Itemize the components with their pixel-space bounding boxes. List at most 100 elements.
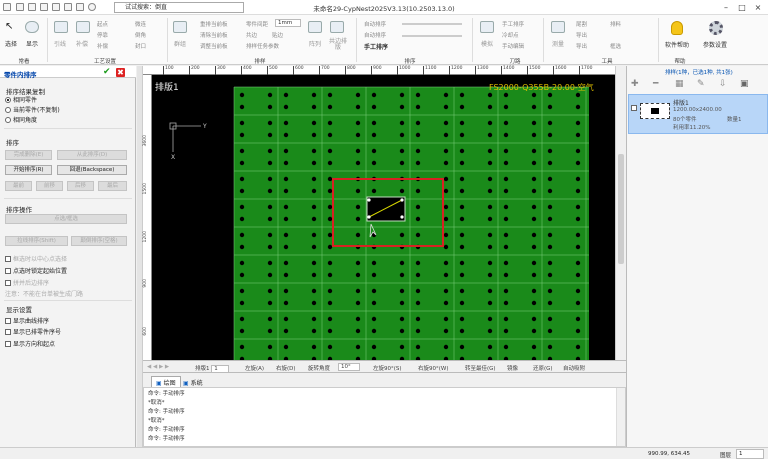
- move-last-button[interactable]: 最后: [98, 181, 127, 191]
- check-show-part-number[interactable]: 显示已排零件序号: [5, 327, 61, 336]
- stick-edge-item[interactable]: 贴边: [272, 31, 283, 39]
- drag-line-sort-button[interactable]: 拉线排序(Shift): [5, 236, 68, 246]
- restore-button[interactable]: 还原(G): [533, 364, 553, 372]
- leadline-button[interactable]: 引线: [54, 39, 66, 48]
- cooling-point-item[interactable]: 冷却点: [502, 31, 519, 39]
- offset-button[interactable]: 补偿: [76, 39, 88, 48]
- auto-snap-button[interactable]: 自动吸附: [563, 364, 585, 372]
- export-item-2[interactable]: 框选: [610, 42, 621, 50]
- array-button[interactable]: 阵列: [309, 39, 321, 48]
- adjust-sheet-item[interactable]: 调整当前板: [200, 42, 228, 50]
- simulate-button[interactable]: 模拟: [481, 39, 493, 48]
- parameter-settings-button[interactable]: 参数设置: [703, 40, 727, 49]
- click-box-select-button[interactable]: 点选/框选: [5, 214, 127, 224]
- measure-icon[interactable]: [551, 21, 565, 33]
- nest-icon[interactable]: [173, 21, 187, 33]
- group-button[interactable]: 群组: [174, 39, 186, 48]
- seal-item[interactable]: 封口: [135, 42, 146, 50]
- start-sort-button[interactable]: 开始排序(R): [5, 165, 52, 175]
- renest-item[interactable]: 重排当前板: [200, 20, 228, 28]
- sheet-select[interactable]: 排版1 1: [195, 364, 229, 373]
- add-sheet-icon[interactable]: ✚: [631, 79, 639, 89]
- sheet-list-item[interactable]: 排版1 1200.00x2400.00 80个零件 数量1 利用率11.20%: [628, 94, 768, 134]
- check-box-center-select[interactable]: 框选时以中心点选择: [5, 254, 67, 263]
- rotate-angle-input[interactable]: 10°: [338, 363, 360, 371]
- clear-sheet-item[interactable]: 清除当前板: [200, 31, 228, 39]
- selected-part[interactable]: [366, 196, 406, 222]
- option-same-part[interactable]: 相同零件: [5, 95, 37, 104]
- compensation-item[interactable]: 补偿: [97, 42, 108, 50]
- microjoint-item[interactable]: 微连: [135, 20, 146, 28]
- check-show-curve-sort[interactable]: 显示曲线排序: [5, 316, 49, 325]
- save-sheet-icon[interactable]: ▣: [740, 79, 749, 89]
- backspace-button[interactable]: 回退(Backspace): [57, 165, 127, 175]
- best-angle-button[interactable]: 转至最佳(G): [465, 364, 496, 372]
- nav-arrows-icon[interactable]: ◀ ◀ ▶ ▶: [147, 364, 169, 370]
- offset-icon[interactable]: [76, 21, 90, 33]
- layer-select[interactable]: 1: [736, 449, 764, 459]
- sheet-settings-icon[interactable]: ▦: [675, 79, 684, 89]
- command-console[interactable]: 命令: 手动排序 *取消* 命令: 手动排序 *取消* 命令: 手动排序 命令:…: [143, 387, 626, 447]
- scrollbar-thumb[interactable]: [618, 154, 624, 264]
- auto-sort-item[interactable]: 自动排序: [364, 20, 386, 28]
- start-point-item[interactable]: 起点: [97, 20, 108, 28]
- simulate-icon[interactable]: [480, 21, 494, 33]
- craft-item[interactable]: 尾割: [576, 20, 587, 28]
- measure-button[interactable]: 测量: [552, 39, 564, 48]
- part-spacing-input[interactable]: 1mm: [275, 19, 302, 27]
- canvas-drawing[interactable]: Y X 排版1 FS2000-Q355B-20.00-空气: [143, 66, 615, 360]
- leadline-icon[interactable]: [54, 21, 68, 33]
- lightbulb-icon[interactable]: [671, 21, 683, 35]
- remnant-item[interactable]: 手工排序: [502, 20, 524, 28]
- export-item[interactable]: 排料: [610, 20, 621, 28]
- gear-icon[interactable]: [709, 21, 723, 35]
- cursor-icon[interactable]: ↖: [5, 21, 19, 33]
- select-button[interactable]: 选择: [5, 39, 17, 48]
- tab-draw[interactable]: ▣ 绘图: [151, 376, 181, 387]
- remove-sheet-icon[interactable]: ━: [653, 79, 658, 89]
- rotate-left-90-button[interactable]: 左旋90°(S): [373, 364, 402, 372]
- display-button[interactable]: 显示: [26, 39, 38, 48]
- manual-edit-item[interactable]: 手动编辑: [502, 42, 524, 50]
- nest-params-item[interactable]: 排样任务参数: [246, 42, 279, 50]
- nesting-canvas[interactable]: 100 200 300 400 500 600 700 800 900 1000 1100 1200 1…: [143, 66, 615, 360]
- eye-icon[interactable]: [25, 21, 39, 33]
- console-scrollbar[interactable]: [616, 388, 625, 446]
- check-merge-edge-sort[interactable]: 拼并后边排序: [5, 278, 49, 287]
- move-back-button[interactable]: 后移: [67, 181, 94, 191]
- tail-cut-item[interactable]: 导出: [576, 42, 587, 50]
- move-forward-button[interactable]: 前移: [36, 181, 63, 191]
- close-icon[interactable]: ×: [752, 2, 764, 13]
- park-item[interactable]: 停靠: [97, 31, 108, 39]
- common-edge-icon[interactable]: [330, 21, 344, 33]
- cancel-x-icon[interactable]: ✖: [116, 68, 125, 77]
- canvas-vertical-scrollbar[interactable]: [615, 66, 626, 360]
- array-icon[interactable]: [308, 21, 322, 33]
- auto-sort-item-2[interactable]: 自动排序: [364, 31, 386, 39]
- move-first-button[interactable]: 最前: [5, 181, 32, 191]
- option-current-part[interactable]: 当前零件(不复制): [5, 105, 60, 114]
- tab-system[interactable]: ▣ 系统: [179, 377, 207, 387]
- edit-sheet-icon[interactable]: ✎: [697, 79, 705, 89]
- mirror-button[interactable]: 镜像: [507, 364, 518, 372]
- sort-from-here-button[interactable]: 从此排序(D): [57, 150, 127, 160]
- check-show-direction[interactable]: 显示方向和起点: [5, 339, 55, 348]
- right-rotate-button[interactable]: 右旋(D): [276, 364, 296, 372]
- option-same-angle[interactable]: 相同角度: [5, 115, 37, 124]
- manual-sort-button[interactable]: 手工排序: [364, 42, 388, 51]
- maximize-icon[interactable]: □: [736, 2, 748, 13]
- minimize-icon[interactable]: –: [720, 2, 732, 13]
- common-edge-item[interactable]: 共边: [246, 31, 257, 39]
- confirm-check-icon[interactable]: ✔: [103, 68, 112, 77]
- left-rotate-button[interactable]: 左旋(A): [245, 364, 264, 372]
- reverse-sort-button[interactable]: 颠倒排序(空格): [71, 236, 127, 246]
- chamfer-item[interactable]: 倒角: [135, 31, 146, 39]
- rotate-right-90-button[interactable]: 右旋90°(W): [418, 364, 448, 372]
- common-edge-button[interactable]: 共边排版: [328, 39, 348, 51]
- sheet-checkbox[interactable]: [631, 105, 637, 111]
- add-tag-item[interactable]: 导出: [576, 31, 587, 39]
- software-help-button[interactable]: 软件帮助: [665, 40, 689, 49]
- check-lock-start-position[interactable]: 点选时锁定起始位置: [5, 266, 67, 275]
- finish-delete-button[interactable]: 完成删除(E): [5, 150, 52, 160]
- sheet-arrow-icon[interactable]: ⇩: [719, 79, 727, 89]
